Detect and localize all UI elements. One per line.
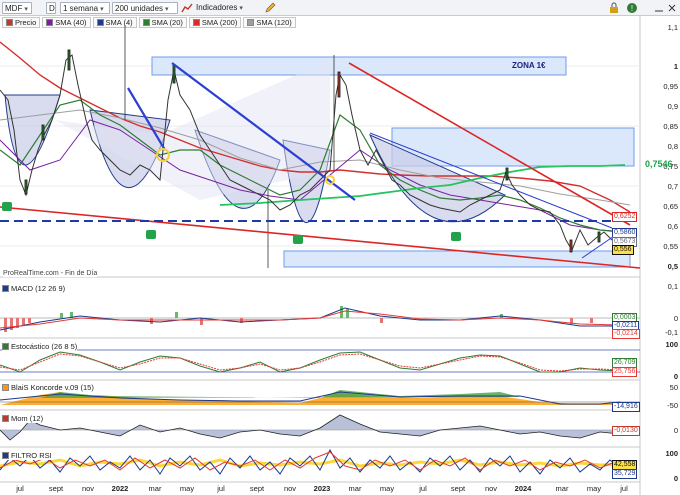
- macd-title[interactable]: MACD (12 26 9): [2, 283, 66, 293]
- zone-1-euro-box: [151, 56, 567, 76]
- zone-label: ZONA 1€: [512, 61, 546, 70]
- cup-shape-1: [4, 94, 61, 166]
- stochastic-title[interactable]: Estocástico (26 8 5): [2, 341, 78, 351]
- thumbs-up-icon: [2, 202, 461, 244]
- price-value-tag: 0,556: [612, 245, 634, 255]
- support-zone-box: [283, 250, 631, 268]
- koncorde-title[interactable]: BlaiS Koncorde v.09 (15): [2, 382, 94, 392]
- koncorde-panel: [0, 390, 640, 405]
- source-text: ProRealTime.com - Fin de Día: [3, 270, 98, 277]
- resistance-zone-box: [391, 127, 635, 167]
- sma200-value-tag: 0,6252: [612, 212, 638, 222]
- stochastic-panel: [0, 349, 640, 373]
- momentum-title[interactable]: Mom (12): [2, 413, 44, 423]
- rsi-filter-title[interactable]: FILTRO RSI: [2, 450, 52, 460]
- momentum-panel: [0, 414, 640, 441]
- macd-panel: [0, 306, 640, 332]
- chart-area[interactable]: [0, 0, 680, 495]
- sma20-value-tag: 0,7546: [645, 159, 673, 169]
- rsi-filter-panel: [0, 448, 621, 475]
